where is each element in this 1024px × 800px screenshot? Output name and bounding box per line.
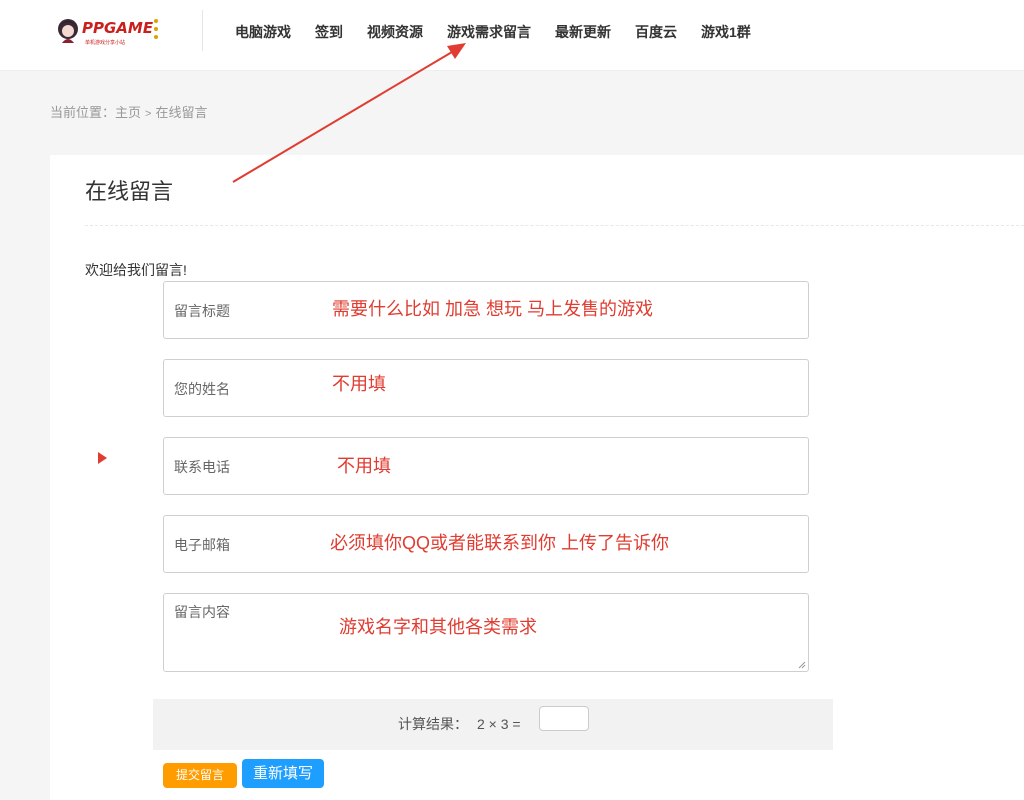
triangle-marker-icon — [98, 452, 107, 464]
breadcrumb: 当前位置：主页 > 在线留言 — [50, 104, 207, 123]
svg-text:PPGAME: PPGAME — [82, 19, 154, 37]
logo-divider — [202, 10, 203, 51]
content-textarea[interactable]: 留言内容 游戏名字和其他各类需求 — [163, 593, 809, 672]
welcome-text: 欢迎给我们留言! — [85, 262, 187, 278]
breadcrumb-home[interactable]: 主页 — [115, 105, 141, 120]
nav-game-requests[interactable]: 游戏需求留言 — [447, 22, 531, 42]
main-nav: 电脑游戏 签到 视频资源 游戏需求留言 最新更新 百度云 游戏1群 — [235, 22, 751, 42]
nav-video-resources[interactable]: 视频资源 — [367, 22, 423, 42]
phone-field-annotation: 不用填 — [337, 456, 391, 476]
resize-handle-icon[interactable] — [798, 661, 806, 669]
email-field-annotation: 必须填你QQ或者能联系到你 上传了告诉你 — [330, 533, 670, 553]
content-field-label: 留言内容 — [174, 604, 230, 620]
name-field-annotation: 不用填 — [332, 374, 386, 394]
title-divider — [85, 225, 1024, 226]
phone-field[interactable]: 联系电话 不用填 — [163, 437, 809, 495]
page-title: 在线留言 — [85, 179, 174, 204]
email-field[interactable]: 电子邮箱 必须填你QQ或者能联系到你 上传了告诉你 — [163, 515, 809, 573]
site-logo[interactable]: PPGAME 单机游戏分享小站 — [56, 13, 160, 49]
title-field-label: 留言标题 — [174, 303, 230, 319]
nav-baidu-cloud[interactable]: 百度云 — [635, 22, 677, 42]
name-field[interactable]: 您的姓名 不用填 — [163, 359, 809, 417]
captcha-input[interactable] — [539, 706, 589, 731]
email-field-label: 电子邮箱 — [174, 537, 230, 553]
phone-field-label: 联系电话 — [174, 459, 230, 475]
reset-button[interactable]: 重新填写 — [242, 759, 324, 788]
breadcrumb-prefix: 当前位置： — [50, 105, 116, 120]
captcha-row: 计算结果： 2 × 3 = — [153, 699, 833, 750]
nav-pc-games[interactable]: 电脑游戏 — [235, 22, 291, 42]
nav-latest-updates[interactable]: 最新更新 — [555, 22, 611, 42]
content-field-annotation: 游戏名字和其他各类需求 — [339, 617, 537, 637]
breadcrumb-separator: > — [145, 108, 152, 120]
message-panel: 在线留言 欢迎给我们留言! 留言标题 需要什么比如 加急 想玩 马上发售的游戏 … — [50, 155, 1024, 800]
title-field-annotation: 需要什么比如 加急 想玩 马上发售的游戏 — [332, 299, 654, 319]
site-header: PPGAME 单机游戏分享小站 电脑游戏 签到 视频资源 游戏需求留言 最新更新… — [0, 0, 1024, 71]
name-field-label: 您的姓名 — [174, 381, 230, 397]
title-field[interactable]: 留言标题 需要什么比如 加急 想玩 马上发售的游戏 — [163, 281, 809, 339]
captcha-label: 计算结果： — [398, 716, 468, 732]
captcha-expression: 2 × 3 = — [477, 716, 521, 732]
svg-text:单机游戏分享小站: 单机游戏分享小站 — [85, 39, 125, 46]
submit-button[interactable]: 提交留言 — [163, 763, 237, 788]
nav-checkin[interactable]: 签到 — [315, 22, 343, 42]
nav-game-group-1[interactable]: 游戏1群 — [701, 22, 751, 42]
breadcrumb-current: 在线留言 — [155, 105, 208, 120]
